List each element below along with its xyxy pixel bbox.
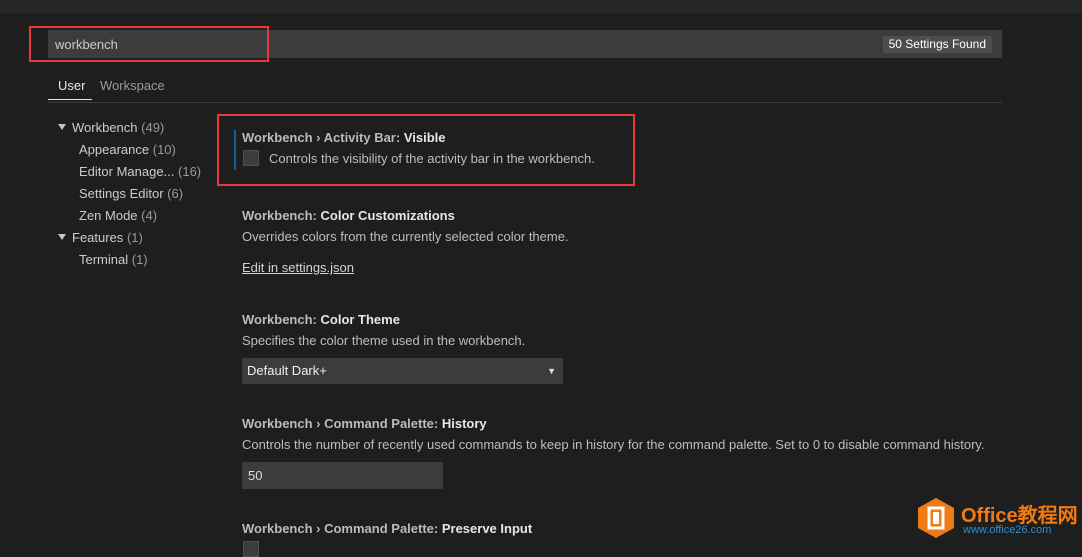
toc-item-label: Appearance <box>79 142 150 157</box>
setting-name: Color Customizations <box>320 208 455 223</box>
setting-highlight-box <box>217 114 635 186</box>
toc-item-count: (1) <box>131 252 148 267</box>
toc-item-label: Terminal <box>79 252 129 267</box>
setting-title-command-palette-history: Workbench › Command Palette: History <box>242 416 487 431</box>
toc-item-label: Features <box>72 230 124 245</box>
dropdown-value: Default Dark+ <box>247 363 327 378</box>
toc-item-count: (6) <box>167 186 184 201</box>
toc-item-zen-mode[interactable]: Zen Mode (4) <box>79 208 157 223</box>
toc-item-count: (10) <box>152 142 176 157</box>
activity-bar-visible-checkbox[interactable] <box>243 150 259 166</box>
setting-name: Preserve Input <box>441 521 533 536</box>
setting-category: Workbench › Command Palette: <box>242 416 442 431</box>
tab-workspace[interactable]: Workspace <box>100 78 165 93</box>
toc-item-features[interactable]: Features (1) <box>58 230 143 245</box>
setting-category: Workbench › Activity Bar: <box>242 130 404 145</box>
settings-scope-tabs: User Workspace <box>48 76 1002 103</box>
setting-name: Visible <box>403 130 446 145</box>
preserve-input-checkbox[interactable] <box>243 541 259 557</box>
toc-item-terminal[interactable]: Terminal (1) <box>79 252 148 267</box>
toc-item-workbench[interactable]: Workbench (49) <box>58 120 164 135</box>
office-watermark: Office教程网 www.office26.com <box>917 497 1082 539</box>
setting-title-color-theme: Workbench: Color Theme <box>242 312 400 327</box>
command-history-input[interactable]: 50 <box>242 462 443 489</box>
toc-item-label: Zen Mode <box>79 208 138 223</box>
setting-focus-indicator <box>234 130 236 170</box>
toc-item-count: (49) <box>141 120 165 135</box>
editor-tab-bar <box>0 0 1082 13</box>
edit-in-settings-json-link[interactable]: Edit in settings.json <box>242 260 354 275</box>
setting-category: Workbench › Command Palette: <box>242 521 442 536</box>
office-logo-icon <box>918 498 954 538</box>
setting-description: Controls the number of recently used com… <box>242 437 985 452</box>
dropdown-arrow-icon: ▼ <box>547 366 556 376</box>
setting-category: Workbench: <box>242 208 321 223</box>
setting-description: Specifies the color theme used in the wo… <box>242 333 526 348</box>
setting-category: Workbench: <box>242 312 321 327</box>
settings-search-bar: 50 Settings Found <box>48 30 1002 58</box>
toc-item-editor-management[interactable]: Editor Manage... (16) <box>79 164 201 179</box>
toc-item-label: Settings Editor <box>79 186 164 201</box>
toc-item-label: Workbench <box>72 120 138 135</box>
settings-search-input[interactable] <box>48 30 348 58</box>
setting-title-activity-bar-visible: Workbench › Activity Bar: Visible <box>242 130 446 145</box>
toc-item-settings-editor[interactable]: Settings Editor (6) <box>79 186 183 201</box>
toc-item-count: (4) <box>141 208 158 223</box>
toc-item-appearance[interactable]: Appearance (10) <box>79 142 176 157</box>
toc-item-count: (1) <box>126 230 143 245</box>
expand-arrow-icon <box>58 124 66 130</box>
setting-description: Controls the visibility of the activity … <box>269 151 595 166</box>
setting-name: Color Theme <box>320 312 400 327</box>
toc-item-count: (16) <box>178 164 202 179</box>
setting-name: History <box>441 416 487 431</box>
results-count-badge: 50 Settings Found <box>882 36 992 53</box>
watermark-url: www.office26.com <box>963 524 1052 536</box>
setting-description: Overrides colors from the currently sele… <box>242 229 569 244</box>
setting-title-preserve-input: Workbench › Command Palette: Preserve In… <box>242 521 532 536</box>
color-theme-dropdown[interactable]: Default Dark+ ▼ <box>242 358 563 384</box>
setting-title-color-customizations: Workbench: Color Customizations <box>242 208 455 223</box>
expand-arrow-icon <box>58 234 66 240</box>
active-tab-indicator <box>48 99 92 100</box>
toc-item-label: Editor Manage... <box>79 164 175 179</box>
tab-user[interactable]: User <box>58 78 85 93</box>
